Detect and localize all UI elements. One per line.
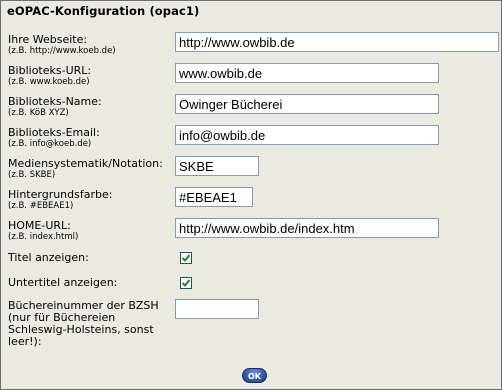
bib-name-hint: (z.B. KöB XYZ) bbox=[8, 108, 69, 118]
config-panel: eOPAC-Konfiguration (opac1) Ihre Webseit… bbox=[0, 0, 502, 390]
titel-anzeigen-checkbox[interactable] bbox=[180, 252, 192, 264]
website-hint: (z.B. http://www.koeb.de) bbox=[8, 46, 116, 56]
bib-url-input[interactable] bbox=[175, 63, 439, 83]
bib-url-label: Biblioteks-URL: bbox=[8, 64, 92, 77]
hintergrundfarbe-hint: (z.B. #EBEAE1) bbox=[8, 201, 74, 211]
bib-name-input[interactable] bbox=[175, 94, 439, 114]
home-url-hint: (z.B. index.html) bbox=[8, 232, 79, 242]
page-title: eOPAC-Konfiguration (opac1) bbox=[7, 4, 200, 18]
untertitel-anzeigen-label: Untertitel anzeigen: bbox=[8, 276, 118, 289]
titel-anzeigen-label: Titel anzeigen: bbox=[8, 251, 89, 264]
bib-email-label: Biblioteks-Email: bbox=[8, 126, 100, 139]
buechereinummer-input[interactable] bbox=[175, 299, 259, 319]
checkmark-icon bbox=[181, 279, 191, 287]
home-url-input[interactable] bbox=[175, 218, 439, 238]
bib-email-input[interactable] bbox=[175, 125, 439, 145]
bib-url-hint: (z.B. www.koeb.de) bbox=[8, 77, 90, 87]
bib-email-hint: (z.B. info@koeb.de) bbox=[8, 139, 92, 149]
hintergrundfarbe-label: Hintergrundsfarbe: bbox=[8, 188, 113, 201]
untertitel-anzeigen-checkbox[interactable] bbox=[180, 277, 192, 289]
mediensystematik-hint: (z.B. SKBE) bbox=[8, 170, 56, 180]
checkmark-icon bbox=[181, 254, 191, 262]
bib-name-label: Biblioteks-Name: bbox=[8, 95, 102, 108]
website-input[interactable] bbox=[175, 32, 499, 52]
website-label: Ihre Webseite: bbox=[8, 33, 88, 46]
mediensystematik-input[interactable] bbox=[175, 156, 259, 176]
hintergrundfarbe-input[interactable] bbox=[175, 187, 253, 207]
home-url-label: HOME-URL: bbox=[8, 219, 71, 232]
mediensystematik-label: Mediensystematik/Notation: bbox=[8, 157, 163, 170]
buechereinummer-label-4: leer!): bbox=[8, 335, 42, 348]
ok-button[interactable]: OK bbox=[242, 368, 267, 383]
